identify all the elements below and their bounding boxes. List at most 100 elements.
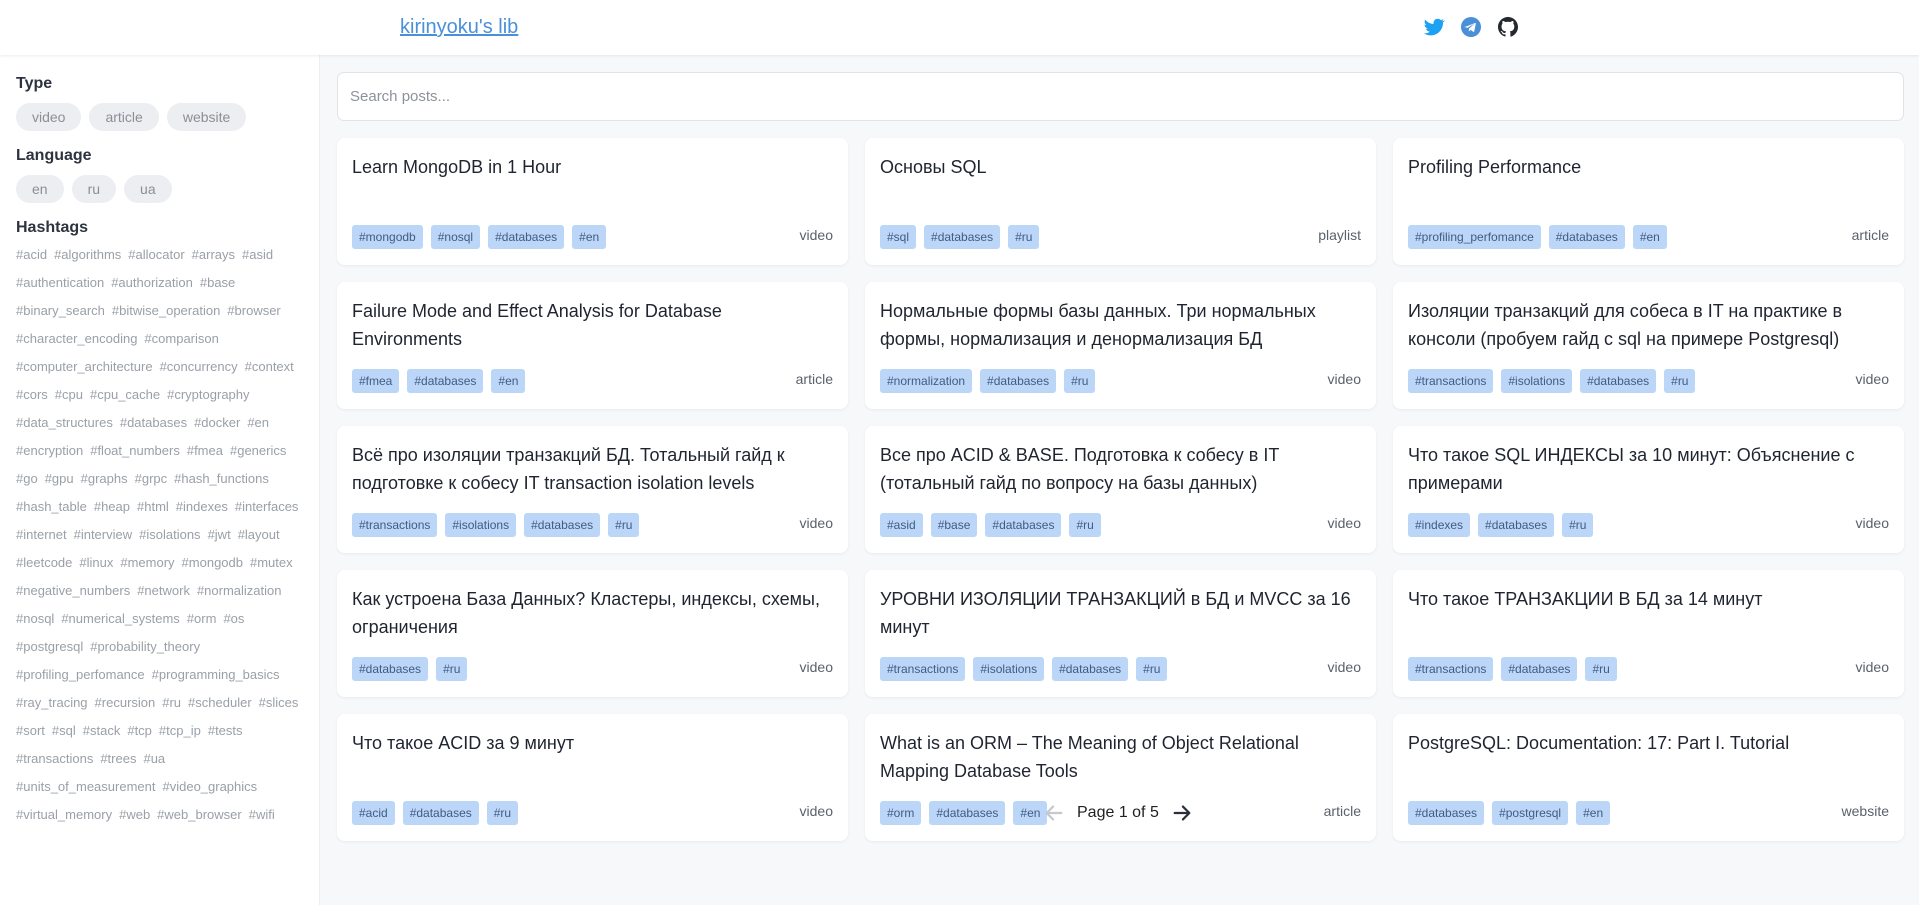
hashtag-filter[interactable]: #algorithms bbox=[54, 241, 121, 269]
post-tag[interactable]: #databases bbox=[924, 225, 1001, 249]
post-tag[interactable]: #isolations bbox=[1501, 369, 1573, 393]
post-tag[interactable]: #ru bbox=[1562, 513, 1594, 537]
hashtag-filter[interactable]: #cpu_cache bbox=[90, 381, 160, 409]
post-card[interactable]: Что такое ACID за 9 минут #acid #databases… bbox=[337, 714, 848, 841]
post-title[interactable]: УРОВНИ ИЗОЛЯЦИИ ТРАНЗАКЦИЙ в БД и MVCC з… bbox=[880, 585, 1361, 641]
hashtag-filter[interactable]: #os bbox=[223, 605, 244, 633]
hashtag-filter[interactable]: #comparison bbox=[144, 325, 218, 353]
post-tag[interactable]: #ru bbox=[1008, 225, 1040, 249]
hashtag-filter[interactable]: #web bbox=[119, 801, 150, 829]
hashtag-filter[interactable]: #grpc bbox=[135, 465, 168, 493]
hashtag-filter[interactable]: #wifi bbox=[249, 801, 275, 829]
post-tag[interactable]: #databases bbox=[402, 801, 479, 825]
site-title-link[interactable]: kirinyoku's lib bbox=[400, 16, 518, 39]
post-tag[interactable]: #databases bbox=[1501, 657, 1578, 681]
arrow-left-icon[interactable] bbox=[1043, 802, 1065, 824]
post-card[interactable]: Все про ACID & BASE. Подготовка к собесу… bbox=[865, 426, 1376, 553]
post-card[interactable]: Как устроена База Данных? Кластеры, инде… bbox=[337, 570, 848, 697]
post-tag[interactable]: #ru bbox=[1664, 369, 1696, 393]
hashtag-filter[interactable]: #programming_basics bbox=[152, 661, 280, 689]
post-tag[interactable]: #mongodb bbox=[352, 225, 423, 249]
hashtag-filter[interactable]: #go bbox=[16, 465, 38, 493]
hashtag-filter[interactable]: #probability_theory bbox=[90, 633, 200, 661]
post-title[interactable]: Всё про изоляции транзакций БД. Тотальны… bbox=[352, 441, 833, 497]
post-title[interactable]: Learn MongoDB in 1 Hour bbox=[352, 153, 833, 181]
post-tag[interactable]: #sql bbox=[880, 225, 917, 249]
hashtag-filter[interactable]: #concurrency bbox=[160, 353, 238, 381]
hashtag-filter[interactable]: #data_structures bbox=[16, 409, 113, 437]
post-tag[interactable]: #ru bbox=[608, 513, 640, 537]
hashtag-filter[interactable]: #units_of_measurement bbox=[16, 773, 155, 801]
hashtag-filter[interactable]: #jwt bbox=[208, 521, 231, 549]
hashtag-filter[interactable]: #ua bbox=[143, 745, 165, 773]
hashtag-filter[interactable]: #ru bbox=[162, 689, 181, 717]
hashtag-filter[interactable]: #float_numbers bbox=[90, 437, 180, 465]
post-tag[interactable]: #en bbox=[1576, 801, 1611, 825]
post-tag[interactable]: #en bbox=[1632, 225, 1667, 249]
post-card[interactable]: Нормальные формы базы данных. Три нормал… bbox=[865, 282, 1376, 409]
post-tag[interactable]: #databases bbox=[985, 513, 1062, 537]
post-tag[interactable]: #base bbox=[930, 513, 978, 537]
hashtag-filter[interactable]: #tcp bbox=[127, 717, 152, 745]
hashtag-filter[interactable]: #databases bbox=[120, 409, 187, 437]
hashtag-filter[interactable]: #authorization bbox=[111, 269, 193, 297]
post-tag[interactable]: #ru bbox=[1064, 369, 1096, 393]
post-tag[interactable]: #databases bbox=[1580, 369, 1657, 393]
hashtag-filter[interactable]: #isolations bbox=[139, 521, 200, 549]
post-card[interactable]: УРОВНИ ИЗОЛЯЦИИ ТРАНЗАКЦИЙ в БД и MVCC з… bbox=[865, 570, 1376, 697]
hashtag-filter[interactable]: #allocator bbox=[128, 241, 184, 269]
post-tag[interactable]: #databases bbox=[407, 369, 484, 393]
post-tag[interactable]: #databases bbox=[488, 225, 565, 249]
hashtag-filter[interactable]: #numerical_systems bbox=[61, 605, 180, 633]
hashtag-filter[interactable]: #internet bbox=[16, 521, 67, 549]
post-card[interactable]: Что такое ТРАНЗАКЦИИ В БД за 14 минут #tr… bbox=[1393, 570, 1904, 697]
post-card[interactable]: PostgreSQL: Documentation: 17: Part I. T… bbox=[1393, 714, 1904, 841]
twitter-icon[interactable] bbox=[1422, 15, 1446, 39]
hashtag-filter[interactable]: #hash_table bbox=[16, 493, 87, 521]
hashtag-filter[interactable]: #linux bbox=[79, 549, 113, 577]
hashtag-filter[interactable]: #gpu bbox=[45, 465, 74, 493]
hashtag-filter[interactable]: #cors bbox=[16, 381, 48, 409]
hashtag-filter[interactable]: #profiling_perfomance bbox=[16, 661, 145, 689]
post-card[interactable]: Что такое SQL ИНДЕКСЫ за 10 минут: Объяс… bbox=[1393, 426, 1904, 553]
hashtag-filter[interactable]: #video_graphics bbox=[162, 773, 257, 801]
hashtag-filter[interactable]: #mongodb bbox=[182, 549, 243, 577]
post-tag[interactable]: #profiling_perfomance bbox=[1408, 225, 1541, 249]
hashtag-filter[interactable]: #acid bbox=[16, 241, 47, 269]
hashtag-filter[interactable]: #indexes bbox=[176, 493, 228, 521]
hashtag-filter[interactable]: #browser bbox=[227, 297, 280, 325]
post-tag[interactable]: #ru bbox=[486, 801, 519, 825]
post-title[interactable]: Все про ACID & BASE. Подготовка к собесу… bbox=[880, 441, 1361, 497]
filter-type-website[interactable]: website bbox=[166, 103, 247, 131]
search-input[interactable] bbox=[337, 72, 1904, 121]
hashtag-filter[interactable]: #layout bbox=[238, 521, 280, 549]
post-title[interactable]: What is an ORM – The Meaning of Object R… bbox=[880, 729, 1361, 785]
hashtag-filter[interactable]: #interview bbox=[74, 521, 133, 549]
filter-type-video[interactable]: video bbox=[16, 103, 82, 131]
post-tag[interactable]: #normalization bbox=[880, 369, 973, 393]
post-tag[interactable]: #fmea bbox=[352, 369, 400, 393]
post-tag[interactable]: #databases bbox=[980, 369, 1057, 393]
post-tag[interactable]: #nosql bbox=[430, 225, 481, 249]
post-title[interactable]: PostgreSQL: Documentation: 17: Part I. T… bbox=[1408, 729, 1889, 757]
post-card[interactable]: Learn MongoDB in 1 Hour #mongodb #nosql #da… bbox=[337, 138, 848, 265]
post-tag[interactable]: #isolations bbox=[973, 657, 1045, 681]
hashtag-filter[interactable]: #leetcode bbox=[16, 549, 72, 577]
hashtag-filter[interactable]: #tests bbox=[208, 717, 243, 745]
post-tag[interactable]: #asid bbox=[880, 513, 923, 537]
post-title[interactable]: Основы SQL bbox=[880, 153, 1361, 181]
post-title[interactable]: Profiling Performance bbox=[1408, 153, 1889, 181]
post-tag[interactable]: #en bbox=[491, 369, 526, 393]
hashtag-filter[interactable]: #encryption bbox=[16, 437, 83, 465]
filter-type-article[interactable]: article bbox=[89, 103, 159, 131]
hashtag-filter[interactable]: #generics bbox=[230, 437, 286, 465]
post-tag[interactable]: #ru bbox=[436, 657, 468, 681]
hashtag-filter[interactable]: #memory bbox=[120, 549, 174, 577]
hashtag-filter[interactable]: #nosql bbox=[16, 605, 54, 633]
hashtag-filter[interactable]: #authentication bbox=[16, 269, 104, 297]
post-title[interactable]: Что такое SQL ИНДЕКСЫ за 10 минут: Объяс… bbox=[1408, 441, 1889, 497]
hashtag-filter[interactable]: #bitwise_operation bbox=[112, 297, 220, 325]
hashtag-filter[interactable]: #context bbox=[245, 353, 294, 381]
hashtag-filter[interactable]: #arrays bbox=[192, 241, 235, 269]
post-tag[interactable]: #transactions bbox=[880, 657, 966, 681]
